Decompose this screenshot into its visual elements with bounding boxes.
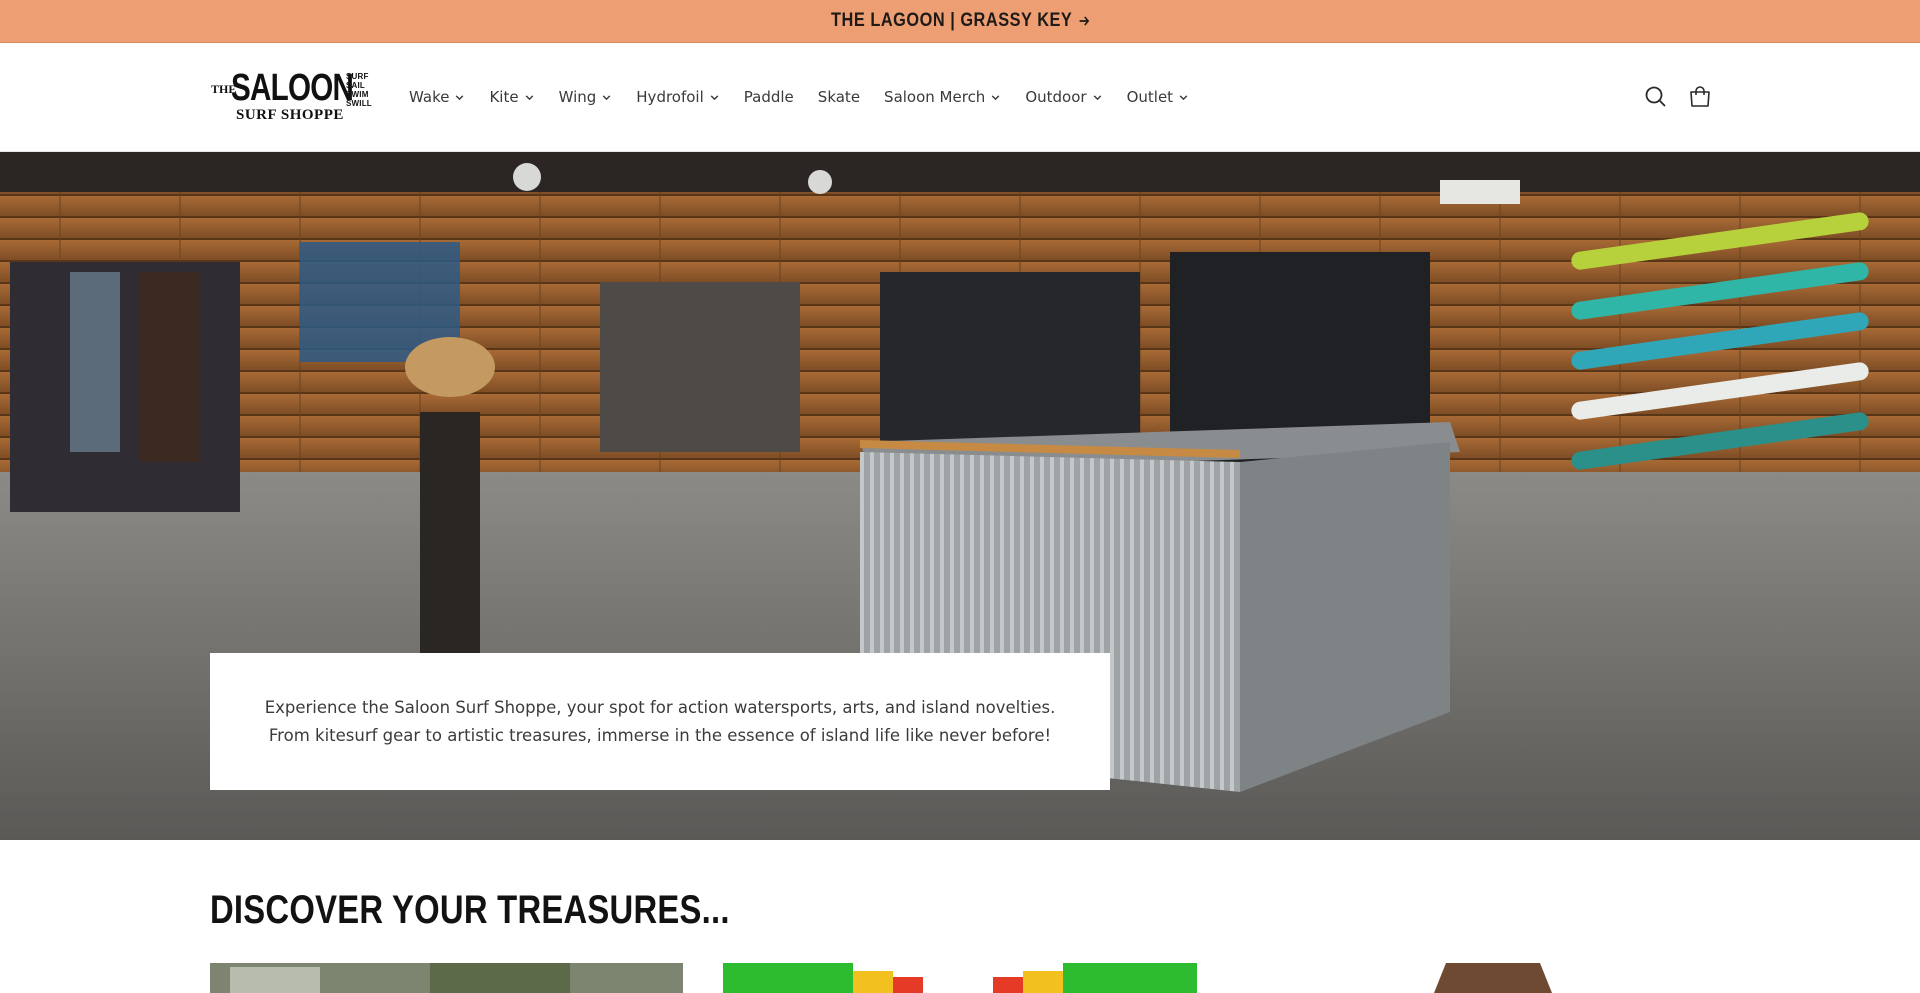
collection-card[interactable] bbox=[723, 963, 1197, 993]
collection-card-image bbox=[723, 963, 1197, 993]
arrow-right-icon bbox=[1078, 16, 1089, 26]
search-icon[interactable] bbox=[1642, 83, 1670, 111]
logo-side-word: SAIL bbox=[346, 81, 366, 90]
main-nav: Wake Kite Wing Hydrofoil Paddle Skate Sa… bbox=[397, 43, 1201, 151]
nav-item-outdoor[interactable]: Outdoor bbox=[1013, 88, 1114, 106]
nav-item-wake[interactable]: Wake bbox=[397, 88, 477, 106]
nav-label: Paddle bbox=[743, 88, 794, 106]
nav-item-outlet[interactable]: Outlet bbox=[1115, 88, 1201, 106]
collection-heading: DISCOVER YOUR TREASURES... bbox=[210, 888, 730, 932]
site-header: THE SALOON SURF SAIL SWIM SWILL SURF SHO… bbox=[0, 43, 1920, 152]
chevron-down-icon bbox=[992, 94, 1000, 100]
chevron-down-icon bbox=[602, 94, 611, 100]
nav-label: Outlet bbox=[1126, 88, 1174, 106]
nav-label: Skate bbox=[817, 88, 861, 106]
chevron-down-icon bbox=[710, 94, 719, 100]
nav-item-hydrofoil[interactable]: Hydrofoil bbox=[624, 88, 732, 106]
collection-card-image bbox=[1430, 963, 1560, 993]
collection-card-image bbox=[210, 963, 683, 993]
nav-item-paddle[interactable]: Paddle bbox=[732, 88, 806, 106]
nav-label: Outdoor bbox=[1025, 88, 1087, 106]
nav-item-wing[interactable]: Wing bbox=[547, 88, 625, 106]
chevron-down-icon bbox=[456, 94, 464, 100]
nav-item-kite[interactable]: Kite bbox=[477, 88, 546, 106]
logo-side-word: SWIM bbox=[346, 90, 369, 99]
chevron-down-icon bbox=[525, 94, 533, 100]
collection-card[interactable] bbox=[210, 963, 683, 993]
logo-side-word: SWILL bbox=[346, 99, 372, 108]
nav-label: Wake bbox=[409, 88, 450, 106]
nav-label: Hydrofoil bbox=[636, 88, 704, 106]
cart-icon[interactable] bbox=[1686, 83, 1714, 111]
nav-item-saloon-merch[interactable]: Saloon Merch bbox=[872, 88, 1013, 106]
nav-label: Saloon Merch bbox=[884, 88, 986, 106]
nav-label: Wing bbox=[558, 88, 597, 106]
logo-side-words: SURF SAIL SWIM SWILL bbox=[346, 72, 372, 108]
logo-side-word: SURF bbox=[346, 72, 369, 81]
logo-subtitle: SURF SHOPPE bbox=[236, 107, 344, 123]
logo[interactable]: THE SALOON SURF SAIL SWIM SWILL SURF SHO… bbox=[210, 67, 372, 125]
announcement-link[interactable]: THE LAGOON | GRASSY KEY bbox=[831, 10, 1090, 32]
hero-text-box: Experience the Saloon Surf Shoppe, your … bbox=[210, 653, 1110, 790]
announcement-bar: THE LAGOON | GRASSY KEY bbox=[0, 0, 1920, 43]
chevron-down-icon bbox=[1179, 94, 1188, 100]
announcement-text: THE LAGOON | GRASSY KEY bbox=[830, 10, 1073, 31]
nav-label: Kite bbox=[489, 88, 519, 106]
nav-item-skate[interactable]: Skate bbox=[806, 88, 872, 106]
hero-text: Experience the Saloon Surf Shoppe, your … bbox=[264, 697, 1056, 745]
hero-banner: Experience the Saloon Surf Shoppe, your … bbox=[0, 152, 1920, 840]
collection-card[interactable] bbox=[1430, 963, 1560, 993]
chevron-down-icon bbox=[1093, 94, 1101, 100]
logo-name: SALOON bbox=[231, 67, 354, 109]
